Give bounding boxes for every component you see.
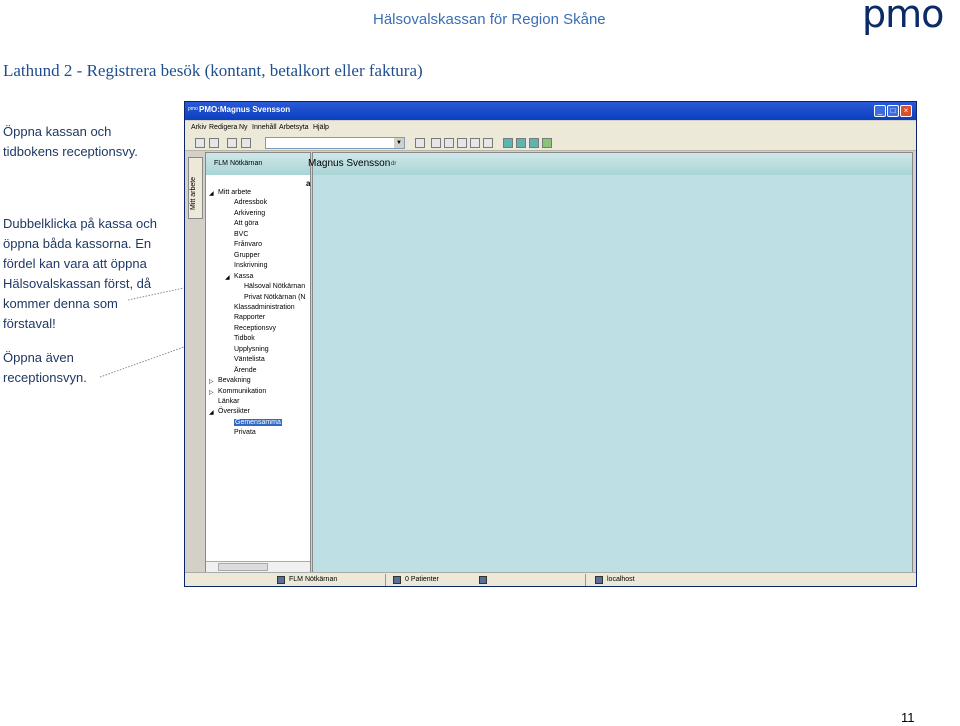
collapse-arrow-icon[interactable]: ◢ (225, 274, 230, 281)
toolbar-button-icon[interactable] (457, 138, 467, 148)
chevron-down-icon[interactable]: ▼ (394, 138, 404, 148)
toolbar: ▼ (185, 135, 916, 151)
window-title: PMO:Magnus Svensson (199, 105, 291, 114)
tree-item-klassadministration[interactable]: Klassadministration (234, 304, 295, 311)
tree-item-rapporter[interactable]: Rapporter (234, 314, 265, 321)
horizontal-scrollbar[interactable] (206, 561, 310, 572)
tree-item-att-göra[interactable]: Att göra (234, 220, 259, 227)
tree-item-hälsoval-nötkärnan[interactable]: Hälsoval Nötkärnan (244, 283, 305, 290)
search-combo[interactable]: ▼ (265, 137, 405, 149)
main-panel-user: Magnus Svensson (308, 158, 391, 169)
tree-item-länkar[interactable]: Länkar (218, 398, 239, 405)
menu-arbetsyta[interactable]: Arbetsyta (279, 124, 309, 131)
close-icon[interactable]: × (900, 105, 912, 117)
panel-title: FLM Nötkärnan (214, 160, 263, 167)
menu-bar: Arkiv Redigera Ny Innehåll Arbetsyta Hjä… (185, 121, 916, 135)
main-panel-suffix: dr (391, 161, 397, 167)
toolbar-button-icon[interactable] (227, 138, 237, 148)
status-server: localhost (607, 576, 635, 583)
menu-redigera[interactable]: Redigera (209, 124, 237, 131)
tree-item-väntelista[interactable]: Väntelista (234, 356, 265, 363)
tree-item-adressbok[interactable]: Adressbok (234, 199, 267, 206)
status-patients: 0 Patienter (405, 576, 439, 583)
status-divider (585, 574, 586, 586)
collapse-arrow-icon[interactable]: ◢ (209, 409, 214, 416)
tree-item-arkivering[interactable]: Arkivering (234, 210, 265, 217)
toolbar-button-icon[interactable] (444, 138, 454, 148)
navigation-panel: FLM Nötkärnan ◢ Mitt arbete Adressbok Arkiv… (205, 152, 311, 573)
tree-item-kommunikation[interactable]: Kommunikation (218, 388, 266, 395)
menu-arkiv[interactable]: Arkiv (191, 124, 207, 131)
toolbar-button-icon[interactable] (529, 138, 539, 148)
window-titlebar: pmo PMO:Magnus Svensson _ □ × (185, 102, 916, 120)
tree-item-receptionsvy[interactable]: Receptionsvy (234, 325, 276, 332)
toolbar-button-icon[interactable] (516, 138, 526, 148)
tree-item-upplysning[interactable]: Upplysning (234, 346, 269, 353)
tab-mitt-arbete[interactable]: Mitt arbete (188, 157, 203, 219)
toolbar-button-icon[interactable] (542, 138, 552, 148)
status-unit: FLM Nötkärnan (289, 576, 338, 583)
toolbar-button-icon[interactable] (209, 138, 219, 148)
menu-innehall[interactable]: Innehåll (252, 124, 277, 131)
tree-item-privat-nötkärnan-n[interactable]: Privat Nötkärnan (N (244, 294, 305, 301)
tree-item-bvc[interactable]: BVC (234, 231, 248, 238)
expand-arrow-icon[interactable]: ▷ (209, 378, 214, 385)
tab-label: Mitt arbete (190, 176, 197, 210)
panel-header: FLM Nötkärnan (206, 153, 310, 175)
toolbar-button-icon[interactable] (431, 138, 441, 148)
minimize-icon[interactable]: _ (874, 105, 886, 117)
tree-item-bevakning[interactable]: Bevakning (218, 377, 251, 384)
tree-item-frånvaro[interactable]: Frånvaro (234, 241, 262, 248)
app-icon: pmo (188, 106, 198, 112)
expand-arrow-icon[interactable]: ▷ (209, 389, 214, 396)
tree-item-grupper[interactable]: Grupper (234, 252, 260, 259)
tree-item-tidbok[interactable]: Tidbok (234, 335, 255, 342)
toolbar-button-icon[interactable] (503, 138, 513, 148)
collapse-arrow-icon[interactable]: ◢ (209, 190, 214, 197)
main-panel: Magnus Svensson dr a (306, 152, 913, 573)
maximize-icon[interactable]: □ (887, 105, 899, 117)
page-number: 11 (901, 710, 915, 725)
status-divider (385, 574, 386, 586)
tree-item-gemensamma[interactable]: Gemensamma (234, 418, 282, 426)
toolbar-button-icon[interactable] (470, 138, 480, 148)
menu-ny[interactable]: Ny (239, 124, 248, 131)
main-panel-letter: a (306, 179, 311, 188)
tree-item-mitt-arbete[interactable]: Mitt arbete (218, 189, 251, 196)
toolbar-button-icon[interactable] (241, 138, 251, 148)
patient-icon (393, 576, 401, 584)
tree-item-kassa[interactable]: Kassa (234, 273, 253, 280)
toolbar-button-icon[interactable] (483, 138, 493, 148)
toolbar-button-icon[interactable] (195, 138, 205, 148)
tree-item-inskrivning[interactable]: Inskrivning (234, 262, 267, 269)
scrollbar-thumb[interactable] (218, 563, 268, 571)
status-bar: FLM Nötkärnan 0 Patienter localhost (185, 572, 916, 586)
menu-hjalp[interactable]: Hjälp (313, 124, 329, 131)
tree-item-privata[interactable]: Privata (234, 429, 256, 436)
toolbar-button-icon[interactable] (415, 138, 425, 148)
tree-item-översikter[interactable]: Översikter (218, 408, 250, 415)
pmo-window-screenshot: pmo PMO:Magnus Svensson _ □ × Arkiv Redi… (184, 101, 917, 587)
server-icon (595, 576, 603, 584)
unit-icon (277, 576, 285, 584)
tree-item-ärende[interactable]: Ärende (234, 367, 257, 374)
mail-icon[interactable] (479, 576, 487, 584)
main-panel-header: Magnus Svensson dr (308, 153, 912, 175)
